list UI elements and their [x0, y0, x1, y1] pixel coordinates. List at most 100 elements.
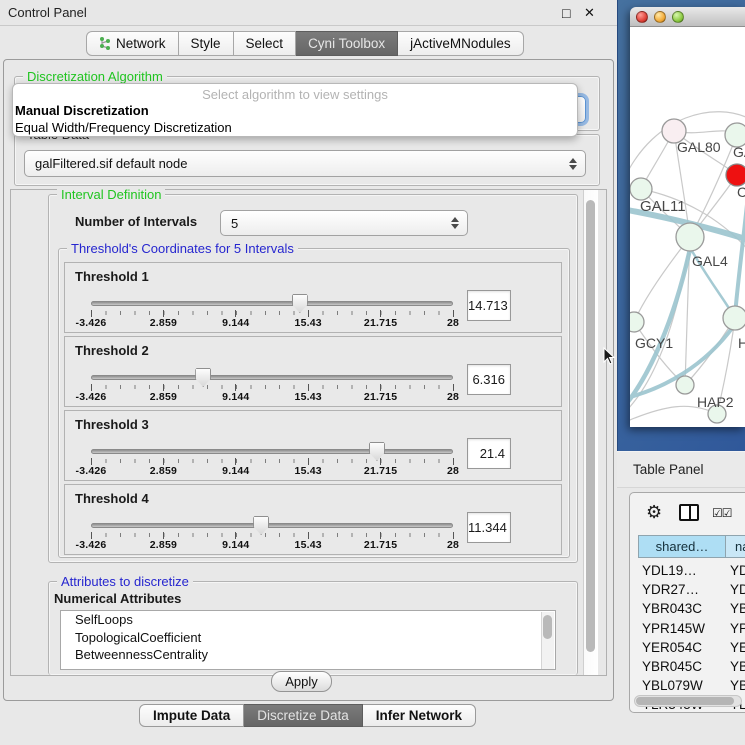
- network-node-selected[interactable]: [726, 164, 745, 186]
- network-icon: [99, 36, 111, 51]
- zoom-traffic-light[interactable]: [672, 11, 684, 23]
- threshold-row-4: Threshold 4 -3.4262.8599.14415.4321.7152…: [64, 484, 562, 555]
- number-of-intervals-value: 5: [231, 216, 238, 231]
- column-header-name[interactable]: na: [725, 535, 745, 558]
- minimize-traffic-light[interactable]: [654, 11, 666, 23]
- tick-marks: [91, 311, 454, 315]
- node-label-hap2: HAP2: [697, 394, 734, 410]
- float-window-icon[interactable]: □: [562, 5, 570, 21]
- stepper-icon: [451, 216, 460, 230]
- tab-discretize-data[interactable]: Discretize Data: [244, 704, 363, 727]
- mouse-cursor: [603, 347, 616, 366]
- table-panel-title: Table Panel: [633, 462, 704, 477]
- scale-labels: -3.4262.8599.14415.4321.71528: [91, 391, 453, 405]
- split-columns-icon[interactable]: [679, 504, 699, 521]
- panel-title: Control Panel: [8, 5, 87, 20]
- scale-labels: -3.4262.8599.14415.4321.71528: [91, 539, 453, 553]
- numerical-attributes-label: Numerical Attributes: [54, 591, 181, 606]
- table-rows: YDL19…YDL1 YDR27…YDR2 YBR043CYBR0 YPR145…: [636, 561, 745, 713]
- tab-cyni-toolbox[interactable]: Cyni Toolbox: [296, 31, 398, 56]
- tab-style-label: Style: [191, 36, 221, 51]
- table-row[interactable]: YER054CYER0: [636, 638, 745, 657]
- threshold-row-3: Threshold 3 -3.4262.8599.14415.4321.7152…: [64, 410, 562, 481]
- number-of-intervals-combobox[interactable]: 5: [220, 210, 468, 236]
- table-panel: ⚙ ☑☑ shared… na YDL19…YDL1 YDR27…YDR2 YB…: [629, 492, 745, 713]
- popup-hint: Select algorithm to view settings: [13, 87, 577, 102]
- threshold-2-value-field[interactable]: 6.316: [467, 364, 511, 395]
- tick-marks: [91, 385, 454, 389]
- node-label-partial: GA: [733, 144, 745, 160]
- list-scrollbar-thumb[interactable]: [543, 615, 552, 639]
- network-graph: [630, 27, 745, 427]
- interval-definition-title: Interval Definition: [57, 187, 165, 202]
- scale-labels: -3.4262.8599.14415.4321.71528: [91, 465, 453, 479]
- screen: Control Panel □ ✕ Network Style Select C…: [0, 0, 745, 745]
- apply-button[interactable]: Apply: [271, 671, 332, 692]
- horizontal-scrollbar[interactable]: [634, 695, 742, 707]
- column-header-shared[interactable]: shared…: [638, 535, 726, 558]
- table-row[interactable]: YBR045CYBR0: [636, 657, 745, 676]
- attributes-group-title: Attributes to discretize: [57, 574, 193, 589]
- node-label-partial: C: [737, 184, 745, 200]
- node-label-gal4: GAL4: [692, 253, 728, 269]
- horizontal-scrollbar-thumb[interactable]: [636, 697, 734, 705]
- network-node[interactable]: [676, 376, 694, 394]
- table-row[interactable]: YDR27…YDR2: [636, 580, 745, 599]
- table-data-combobox[interactable]: galFiltered.sif default node: [24, 150, 586, 177]
- tab-style[interactable]: Style: [179, 31, 234, 56]
- network-node[interactable]: [676, 223, 704, 251]
- table-data-value: galFiltered.sif default node: [35, 156, 187, 171]
- vertical-scrollbar-thumb[interactable]: [586, 200, 595, 652]
- threshold-row-2: Threshold 2 -3.4262.8599.14415.4321.7152…: [64, 336, 562, 407]
- tab-network[interactable]: Network: [86, 31, 179, 56]
- threshold-row-1: Threshold 1 -3.4262.8599.14415.4321.7152…: [64, 262, 562, 333]
- network-window-titlebar[interactable]: [630, 7, 745, 27]
- tab-network-label: Network: [116, 32, 166, 55]
- network-node[interactable]: [630, 178, 652, 200]
- stepper-icon: [569, 157, 578, 171]
- tab-jactivemnodules[interactable]: jActiveMNodules: [398, 31, 524, 56]
- top-tab-bar: Network Style Select Cyni Toolbox jActiv…: [86, 31, 524, 56]
- list-item[interactable]: SelfLoops: [61, 611, 555, 629]
- table-row[interactable]: YBL079WYBL0: [636, 676, 745, 695]
- threshold-1-value-field[interactable]: 14.713: [467, 290, 511, 321]
- tick-marks: [91, 459, 454, 463]
- table-row[interactable]: YBR043CYBR0: [636, 599, 745, 618]
- option-equal-width-frequency[interactable]: Equal Width/Frequency Discretization: [15, 120, 573, 135]
- table-row[interactable]: YPR145WYPR1: [636, 619, 745, 638]
- gear-icon[interactable]: ⚙: [646, 502, 662, 523]
- tab-cyni-label: Cyni Toolbox: [308, 36, 385, 51]
- list-item[interactable]: TopologicalCoefficient: [61, 629, 555, 647]
- control-panel-titlebar: Control Panel: [0, 0, 617, 26]
- node-label-gal11: GAL11: [640, 198, 686, 215]
- threshold-3-value-field[interactable]: 21.4: [467, 438, 511, 469]
- discretization-algorithm-title: Discretization Algorithm: [23, 69, 167, 84]
- algorithm-dropdown-popup: Select algorithm to view settings Manual…: [12, 83, 578, 137]
- bottom-tab-bar: Impute Data Discretize Data Infer Networ…: [139, 704, 476, 727]
- scale-labels: -3.4262.8599.14415.4321.71528: [91, 317, 453, 331]
- node-label-gcy1: GCY1: [635, 335, 673, 351]
- tick-marks: [91, 533, 454, 537]
- table-row[interactable]: YDL19…YDL1: [636, 561, 745, 580]
- numerical-attributes-list[interactable]: SelfLoops TopologicalCoefficient Between…: [60, 610, 556, 670]
- list-scrollbar[interactable]: [541, 612, 554, 670]
- close-traffic-light[interactable]: [636, 11, 648, 23]
- tab-impute-data[interactable]: Impute Data: [139, 704, 244, 727]
- close-icon[interactable]: ✕: [584, 5, 595, 21]
- number-of-intervals-label: Number of Intervals: [75, 214, 197, 229]
- option-manual-discretization[interactable]: Manual Discretization: [15, 103, 573, 118]
- tab-select[interactable]: Select: [234, 31, 297, 56]
- threshold-4-value-field[interactable]: 11.344: [467, 512, 511, 543]
- network-node[interactable]: [630, 312, 644, 332]
- thresholds-group-title: Threshold's Coordinates for 5 Intervals: [67, 241, 298, 256]
- network-node[interactable]: [723, 306, 745, 330]
- network-canvas[interactable]: GAL80 GA C GAL11 GAL4 GCY1 H HAP2: [630, 27, 745, 427]
- tab-infer-network[interactable]: Infer Network: [363, 704, 476, 727]
- node-label-partial: H: [738, 335, 745, 351]
- tab-select-label: Select: [246, 36, 284, 51]
- network-window[interactable]: GAL80 GA C GAL11 GAL4 GCY1 H HAP2: [630, 7, 745, 427]
- column-checkboxes-icon[interactable]: ☑☑: [712, 506, 732, 520]
- table-panel-titlebar: Table Panel: [617, 451, 745, 488]
- node-label-gal80: GAL80: [677, 139, 721, 155]
- list-item[interactable]: BetweennessCentrality: [61, 646, 555, 664]
